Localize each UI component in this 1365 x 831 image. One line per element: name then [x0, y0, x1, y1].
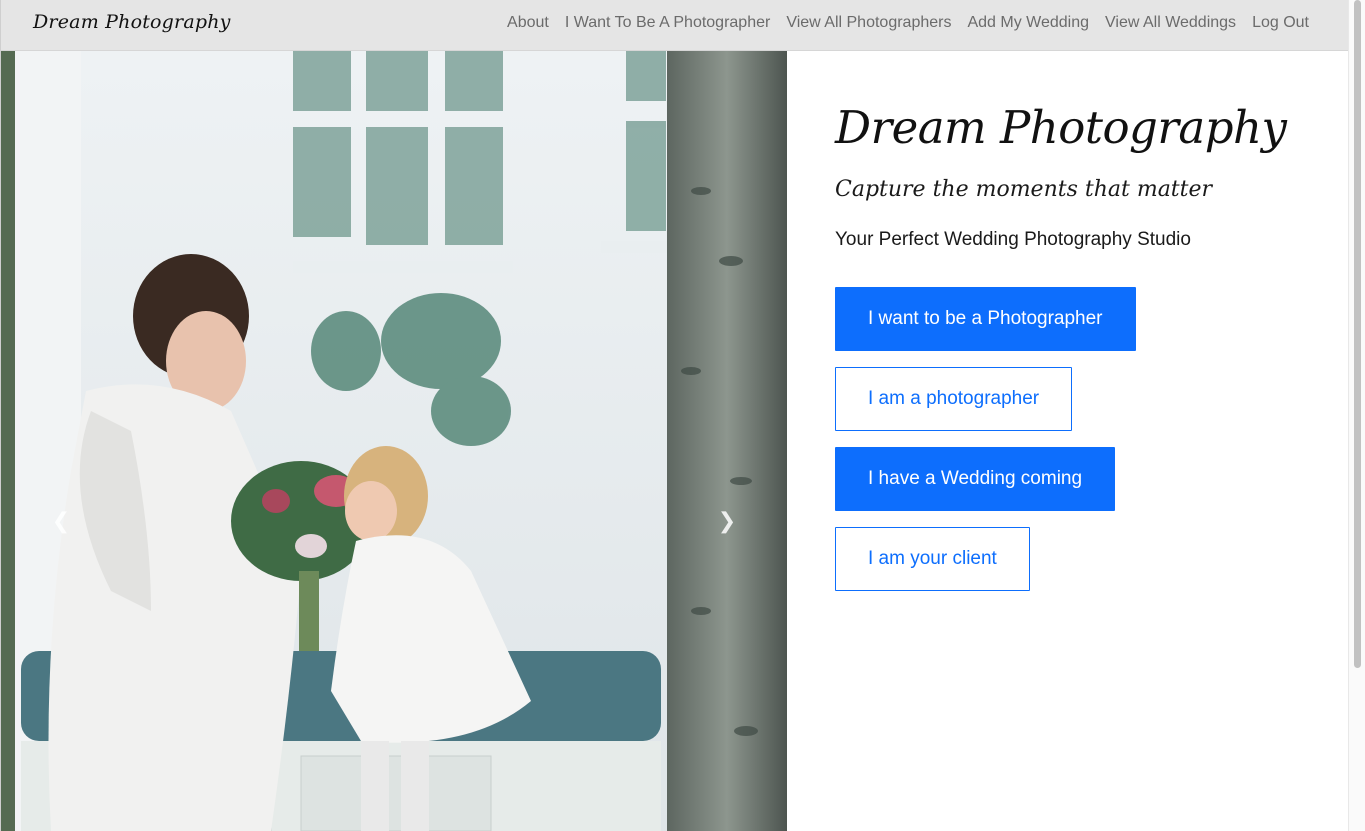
hero-panel: Dream Photography Capture the moments th…	[787, 51, 1348, 831]
i-am-photographer-button[interactable]: I am a photographer	[835, 367, 1073, 431]
hero-tagline: Capture the moments that matter	[835, 177, 1213, 202]
nav-view-all-weddings[interactable]: View All Weddings	[1105, 14, 1236, 32]
scrollbar-thumb[interactable]	[1354, 0, 1361, 668]
hero-title: Dream Photography	[835, 101, 1287, 154]
top-navbar: Dream Photography About I Want To Be A P…	[1, 0, 1348, 51]
vertical-scrollbar[interactable]	[1348, 0, 1365, 831]
i-am-client-button[interactable]: I am your client	[835, 527, 1030, 591]
chevron-left-icon: ❮	[51, 508, 71, 533]
nav-log-out[interactable]: Log Out	[1252, 14, 1309, 32]
brand-logo[interactable]: Dream Photography	[33, 11, 231, 33]
nav-want-to-be-photographer[interactable]: I Want To Be A Photographer	[565, 14, 770, 32]
app-window: Dream Photography About I Want To Be A P…	[0, 0, 1348, 831]
want-to-be-photographer-button[interactable]: I want to be a Photographer	[835, 287, 1136, 351]
wedding-coming-button[interactable]: I have a Wedding coming	[835, 447, 1116, 511]
carousel-prev-button[interactable]: ❮	[51, 508, 71, 533]
nav-links: About I Want To Be A Photographer View A…	[507, 14, 1309, 32]
chevron-right-icon: ❯	[717, 508, 737, 533]
hero-subtitle: Your Perfect Wedding Photography Studio	[835, 229, 1191, 250]
nav-about[interactable]: About	[507, 14, 549, 32]
nav-add-my-wedding[interactable]: Add My Wedding	[967, 14, 1089, 32]
hero-carousel: ❮ ❯	[1, 51, 787, 831]
carousel-photo	[1, 51, 787, 831]
carousel-next-button[interactable]: ❯	[717, 508, 737, 533]
nav-view-all-photographers[interactable]: View All Photographers	[786, 14, 951, 32]
